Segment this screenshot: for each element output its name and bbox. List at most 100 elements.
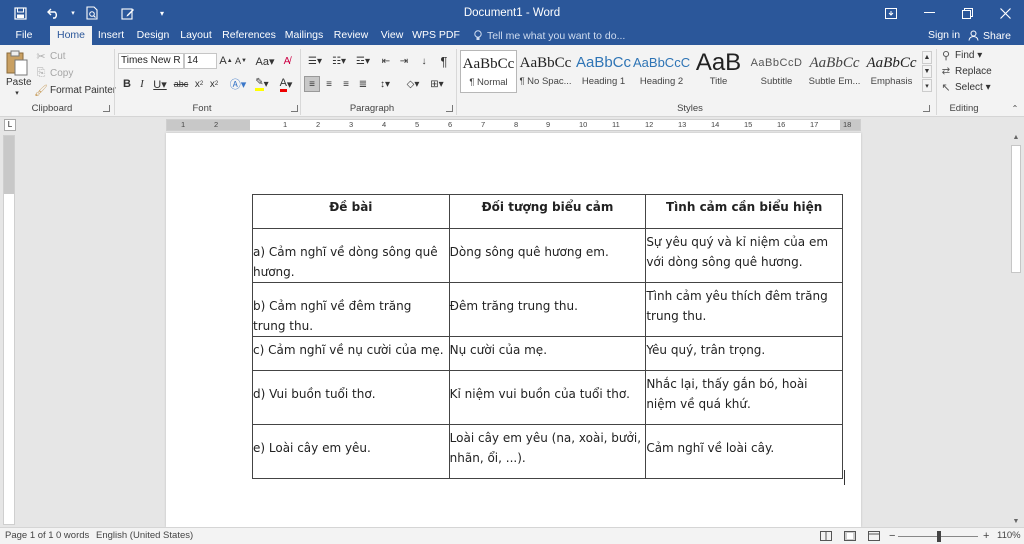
- horizontal-ruler[interactable]: 1 2 1 2 3 4 5 6 7 8 9 10 11 12 13 14 15 …: [166, 119, 861, 131]
- style-emphasis[interactable]: AaBbCc Emphasis: [863, 50, 920, 93]
- copy-button[interactable]: Copy: [50, 68, 73, 79]
- bullets-icon[interactable]: ☰▾: [304, 53, 326, 69]
- scrollbar-thumb[interactable]: [1011, 145, 1021, 273]
- clipboard-launcher-icon[interactable]: [103, 105, 110, 112]
- zoom-level[interactable]: 110%: [997, 528, 1021, 544]
- zoom-slider-thumb[interactable]: [937, 531, 941, 542]
- styles-more-icon[interactable]: ▾: [922, 79, 932, 92]
- italic-icon[interactable]: I: [136, 76, 148, 92]
- language-indicator[interactable]: English (United States): [96, 528, 193, 544]
- table-cell[interactable]: Yêu quý, trân trọng.: [645, 336, 843, 371]
- format-painter-button[interactable]: Format Painter: [50, 85, 116, 96]
- vertical-scrollbar[interactable]: ▲ ▼: [1008, 133, 1024, 527]
- align-left-icon[interactable]: ≡: [304, 76, 320, 92]
- table-cell[interactable]: Nụ cười của mẹ.: [448, 336, 647, 371]
- zoom-in-icon[interactable]: +: [983, 528, 989, 544]
- subscript-icon[interactable]: x2: [192, 76, 206, 92]
- zoom-out-icon[interactable]: −: [889, 528, 895, 544]
- numbering-icon[interactable]: ☷▾: [328, 53, 350, 69]
- paste-icon[interactable]: [4, 48, 30, 78]
- table-cell[interactable]: Sự yêu quý và kỉ niệm của em với dòng sô…: [645, 228, 843, 283]
- style-subtle-emphasis[interactable]: AaBbCc Subtle Em...: [806, 50, 863, 93]
- styles-scroll-up-icon[interactable]: ▲: [922, 51, 932, 64]
- styles-launcher-icon[interactable]: [923, 105, 930, 112]
- ribbon-display-options-icon[interactable]: [872, 0, 910, 26]
- table-cell[interactable]: Kỉ niệm vui buồn của tuổi thơ.: [448, 370, 647, 425]
- undo-icon[interactable]: [40, 0, 68, 26]
- style-normal[interactable]: AaBbCc ¶ Normal: [460, 50, 517, 93]
- scroll-down-icon[interactable]: ▼: [1008, 517, 1024, 527]
- tab-mailings[interactable]: Mailings: [282, 26, 326, 45]
- tab-review[interactable]: Review: [332, 26, 370, 45]
- table-header-cell[interactable]: Đề bài: [252, 194, 450, 229]
- paste-options-chevron-icon[interactable]: ▾: [12, 89, 22, 97]
- tab-home[interactable]: Home: [50, 26, 92, 45]
- font-launcher-icon[interactable]: [291, 105, 298, 112]
- edit-document-icon[interactable]: [114, 0, 142, 26]
- paragraph-launcher-icon[interactable]: [446, 105, 453, 112]
- table-cell[interactable]: e) Loài cây em yêu.: [252, 424, 450, 479]
- tab-file[interactable]: File: [10, 26, 38, 45]
- minimize-icon[interactable]: [910, 0, 948, 26]
- style-heading-2[interactable]: AaBbCcC Heading 2: [633, 50, 690, 93]
- table-cell[interactable]: Đêm trăng trung thu.: [448, 282, 647, 337]
- clear-formatting-icon[interactable]: A̸: [279, 53, 295, 69]
- paste-label[interactable]: Paste: [6, 77, 32, 88]
- vertical-ruler[interactable]: [3, 135, 15, 525]
- tab-design[interactable]: Design: [134, 26, 172, 45]
- tell-me-box[interactable]: Tell me what you want to do...: [474, 26, 625, 45]
- tab-selector-icon[interactable]: L: [4, 119, 16, 131]
- align-right-icon[interactable]: ≡: [338, 76, 354, 92]
- underline-icon[interactable]: U▾: [151, 76, 169, 92]
- share-button[interactable]: Share: [968, 26, 1011, 45]
- table-cell[interactable]: Nhắc lại, thấy gắn bó, hoài niệm về quá …: [645, 370, 843, 425]
- style-title[interactable]: AaB Title: [690, 50, 747, 93]
- superscript-icon[interactable]: x2: [207, 76, 221, 92]
- font-color-icon[interactable]: A ▾: [275, 76, 297, 92]
- styles-scroll-down-icon[interactable]: ▼: [922, 65, 932, 78]
- table-cell[interactable]: Cảm nghĩ về loài cây.: [645, 424, 843, 479]
- table-cell[interactable]: Tình cảm yêu thích đêm trăng trung thu.: [645, 282, 843, 337]
- word-count[interactable]: 0 words: [56, 528, 89, 544]
- multilevel-list-icon[interactable]: ☲▾: [352, 53, 374, 69]
- document-page[interactable]: Đề bài Đối tượng biểu cảm Tình cảm cần b…: [166, 133, 861, 527]
- align-center-icon[interactable]: ≡: [321, 76, 337, 92]
- page-count[interactable]: Page 1 of 1: [5, 528, 54, 544]
- line-spacing-icon[interactable]: ↕▾: [374, 76, 396, 92]
- close-icon[interactable]: [986, 0, 1024, 26]
- show-formatting-marks-icon[interactable]: ¶: [436, 53, 452, 69]
- tab-view[interactable]: View: [376, 26, 408, 45]
- change-case-icon[interactable]: Aa▾: [254, 53, 276, 69]
- table-cell[interactable]: c) Cảm nghĩ về nụ cười của mẹ.: [252, 336, 450, 371]
- bold-icon[interactable]: B: [121, 76, 133, 92]
- cut-button[interactable]: Cut: [50, 51, 66, 62]
- font-name-box[interactable]: Times New R: [118, 53, 184, 69]
- select-button[interactable]: Select ▾: [955, 82, 991, 93]
- restore-icon[interactable]: [948, 0, 986, 26]
- style-subtitle[interactable]: AaBbCcD Subtitle: [748, 50, 805, 93]
- table-cell[interactable]: d) Vui buồn tuổi thơ.: [252, 370, 450, 425]
- table-cell[interactable]: a) Cảm nghĩ về dòng sông quê hương.: [252, 228, 450, 283]
- decrease-indent-icon[interactable]: ⇤: [378, 53, 394, 69]
- increase-indent-icon[interactable]: ⇥: [396, 53, 412, 69]
- tab-layout[interactable]: Layout: [178, 26, 214, 45]
- tab-wps-pdf[interactable]: WPS PDF: [412, 26, 460, 45]
- strikethrough-icon[interactable]: abc: [172, 76, 190, 92]
- highlight-icon[interactable]: ✎ ▾: [251, 76, 273, 92]
- sort-icon[interactable]: ↓: [416, 53, 432, 69]
- print-layout-icon[interactable]: [844, 528, 856, 544]
- tab-references[interactable]: References: [222, 26, 276, 45]
- table-header-cell[interactable]: Đối tượng biểu cảm: [448, 194, 647, 229]
- table-cell[interactable]: Loài cây em yêu (na, xoài, bưởi, nhãn, ổ…: [448, 424, 647, 479]
- collapse-ribbon-icon[interactable]: ⌃: [1010, 103, 1020, 113]
- find-button[interactable]: Find ▾: [955, 50, 982, 61]
- table-header-cell[interactable]: Tình cảm cần biểu hiện: [645, 194, 843, 229]
- read-mode-icon[interactable]: [820, 528, 832, 544]
- text-effects-icon[interactable]: Ⓐ▾: [227, 76, 249, 92]
- shading-icon[interactable]: ◇▾: [402, 76, 424, 92]
- replace-button[interactable]: Replace: [955, 66, 992, 77]
- chevron-down-icon[interactable]: ▾: [68, 0, 78, 26]
- grow-font-icon[interactable]: A ▲: [219, 53, 233, 69]
- shrink-font-icon[interactable]: A ▼: [234, 53, 248, 69]
- content-table[interactable]: Đề bài Đối tượng biểu cảm Tình cảm cần b…: [252, 194, 843, 479]
